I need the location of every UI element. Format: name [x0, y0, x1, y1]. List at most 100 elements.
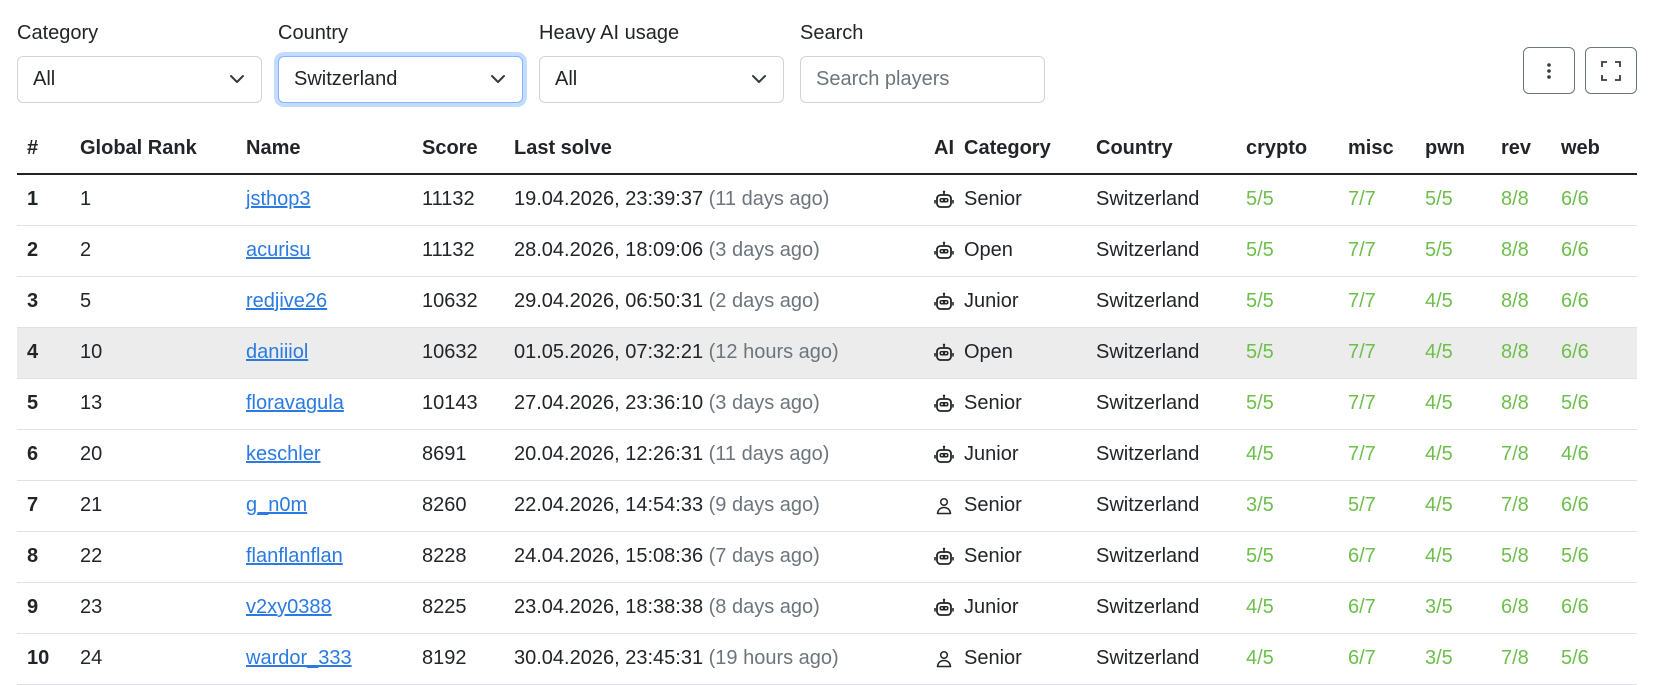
player-link[interactable]: daniiiol: [246, 341, 308, 363]
category-cell: Open: [964, 327, 1096, 379]
fullscreen-icon: [1601, 60, 1621, 81]
crypto-cell: 5/5: [1246, 225, 1348, 277]
header-score[interactable]: Score: [422, 123, 514, 175]
country-select-value: Switzerland: [294, 68, 398, 90]
header-category[interactable]: Category: [964, 123, 1096, 175]
header-rank-num[interactable]: #: [17, 123, 80, 175]
last-solve-relative: (9 days ago): [708, 494, 820, 516]
table-row: 4 10 daniiiol 10632 01.05.2026, 07:32:21 (12…: [17, 327, 1637, 379]
crypto-cell: 4/5: [1246, 582, 1348, 634]
table-row: 6 20 keschler 8691 20.04.2026, 12:26:31 (11 …: [17, 429, 1637, 481]
search-input[interactable]: [800, 56, 1045, 103]
misc-cell: 6/7: [1348, 633, 1425, 685]
player-link[interactable]: wardor_333: [246, 647, 352, 669]
heavy-ai-select[interactable]: All: [539, 56, 784, 103]
web-cell: 6/6: [1561, 174, 1637, 226]
player-link[interactable]: redjive26: [246, 290, 327, 312]
global-rank-cell: 2: [80, 225, 246, 277]
row-number: 5: [17, 378, 80, 430]
web-cell: 6/6: [1561, 225, 1637, 277]
last-solve-date: 22.04.2026, 14:54:33: [514, 494, 704, 516]
web-cell: 6/6: [1561, 327, 1637, 379]
misc-cell: 7/7: [1348, 225, 1425, 277]
header-crypto[interactable]: crypto: [1246, 123, 1348, 175]
player-link[interactable]: jsthop3: [246, 188, 311, 210]
player-link[interactable]: v2xy0388: [246, 596, 332, 618]
crypto-cell: 5/5: [1246, 276, 1348, 328]
last-solve-cell: 23.04.2026, 18:38:38 (8 days ago): [514, 582, 924, 634]
score-cell: 11132: [422, 225, 514, 277]
category-cell: Senior: [964, 531, 1096, 583]
global-rank-cell: 13: [80, 378, 246, 430]
last-solve-date: 29.04.2026, 06:50:31: [514, 290, 704, 312]
ai-cell: [924, 225, 964, 277]
score-cell: 10632: [422, 327, 514, 379]
web-cell: 4/6: [1561, 429, 1637, 481]
rev-cell: 8/8: [1501, 276, 1561, 328]
header-pwn[interactable]: pwn: [1425, 123, 1501, 175]
name-cell: wardor_333: [246, 633, 422, 685]
search-label: Search: [800, 22, 864, 44]
ai-cell: [924, 276, 964, 328]
filter-bar: Category All Country Switzerland Heavy A…: [17, 20, 1637, 110]
header-misc[interactable]: misc: [1348, 123, 1425, 175]
last-solve-cell: 19.04.2026, 23:39:37 (11 days ago): [514, 174, 924, 226]
last-solve-cell: 24.04.2026, 15:08:36 (7 days ago): [514, 531, 924, 583]
more-options-button[interactable]: [1523, 47, 1575, 94]
category-cell: Junior: [964, 276, 1096, 328]
ai-cell: [924, 378, 964, 430]
header-ai[interactable]: AI: [924, 123, 964, 175]
name-cell: acurisu: [246, 225, 422, 277]
ai-cell: [924, 582, 964, 634]
name-cell: g_n0m: [246, 480, 422, 532]
country-cell: Switzerland: [1096, 327, 1246, 379]
row-number: 8: [17, 531, 80, 583]
rev-cell: 8/8: [1501, 327, 1561, 379]
category-cell: Junior: [964, 582, 1096, 634]
name-cell: daniiiol: [246, 327, 422, 379]
table-row: 2 2 acurisu 11132 28.04.2026, 18:09:06 (3 da…: [17, 225, 1637, 277]
player-link[interactable]: keschler: [246, 443, 320, 465]
player-link[interactable]: flanflanflan: [246, 545, 343, 567]
global-rank-cell: 10: [80, 327, 246, 379]
last-solve-relative: (12 hours ago): [708, 341, 839, 363]
player-link[interactable]: g_n0m: [246, 494, 307, 516]
ai-cell: [924, 174, 964, 226]
name-cell: jsthop3: [246, 174, 422, 226]
misc-cell: 6/7: [1348, 531, 1425, 583]
last-solve-relative: (11 days ago): [708, 443, 830, 465]
country-select[interactable]: Switzerland: [278, 56, 523, 103]
pwn-cell: 3/5: [1425, 633, 1501, 685]
chevron-down-icon: [491, 75, 505, 83]
category-select[interactable]: All: [17, 56, 262, 103]
header-country[interactable]: Country: [1096, 123, 1246, 175]
last-solve-date: 20.04.2026, 12:26:31: [514, 443, 704, 465]
score-cell: 11132: [422, 174, 514, 226]
row-number: 1: [17, 174, 80, 226]
row-number: 10: [17, 633, 80, 685]
web-cell: 5/6: [1561, 633, 1637, 685]
fullscreen-button[interactable]: [1585, 47, 1637, 94]
web-cell: 6/6: [1561, 480, 1637, 532]
header-web[interactable]: web: [1561, 123, 1637, 175]
chevron-down-icon: [230, 75, 244, 83]
table-row: 3 5 redjive26 10632 29.04.2026, 06:50:31 (2 …: [17, 276, 1637, 328]
last-solve-cell: 27.04.2026, 23:36:10 (3 days ago): [514, 378, 924, 430]
robot-icon: [934, 443, 954, 465]
header-rev[interactable]: rev: [1501, 123, 1561, 175]
rev-cell: 6/8: [1501, 582, 1561, 634]
category-cell: Senior: [964, 633, 1096, 685]
header-last-solve[interactable]: Last solve: [514, 123, 924, 175]
table-header-row: # Global Rank Name Score Last solve AI C…: [17, 123, 1637, 175]
web-cell: 6/6: [1561, 582, 1637, 634]
player-link[interactable]: acurisu: [246, 239, 310, 261]
header-global-rank[interactable]: Global Rank: [80, 123, 246, 175]
web-cell: 5/6: [1561, 531, 1637, 583]
header-name[interactable]: Name: [246, 123, 422, 175]
row-number: 4: [17, 327, 80, 379]
player-link[interactable]: floravagula: [246, 392, 344, 414]
table-row: 1 1 jsthop3 11132 19.04.2026, 23:39:37 (11 d…: [17, 174, 1637, 226]
country-cell: Switzerland: [1096, 480, 1246, 532]
ai-cell: [924, 327, 964, 379]
score-cell: 8225: [422, 582, 514, 634]
